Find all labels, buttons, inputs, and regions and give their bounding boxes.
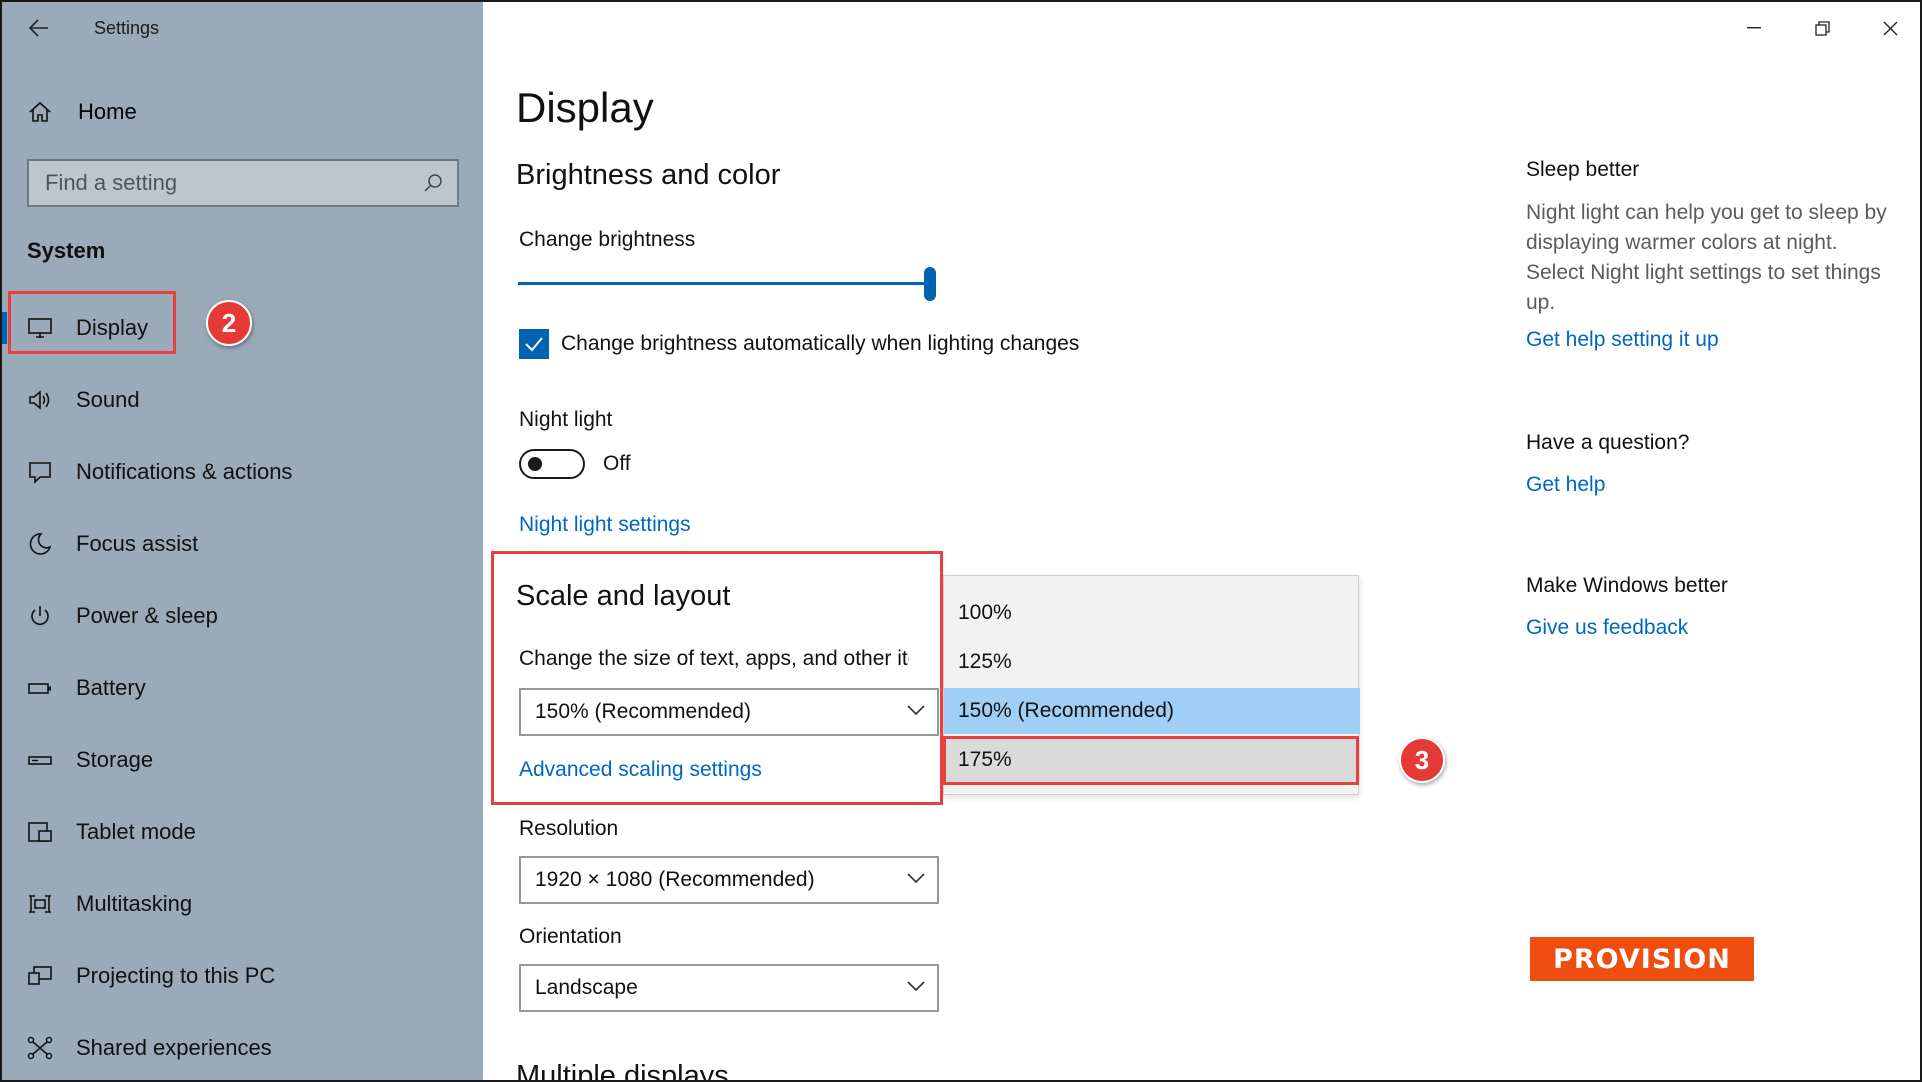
notification-icon: [26, 458, 54, 486]
sidebar-item-label: Notifications & actions: [76, 459, 293, 484]
projecting-icon: [26, 962, 54, 990]
sidebar-item-sound[interactable]: Sound: [2, 364, 483, 436]
chevron-down-icon: [907, 705, 925, 716]
title-bar: Settings: [2, 2, 483, 54]
feedback-link[interactable]: Give us feedback: [1526, 616, 1688, 640]
auto-brightness-label: Change brightness automatically when lig…: [561, 332, 1080, 355]
scale-option-100[interactable]: 100%: [944, 590, 1360, 636]
feedback-title: Make Windows better: [1526, 574, 1728, 597]
brightness-slider[interactable]: [518, 267, 938, 301]
sleep-help-link[interactable]: Get help setting it up: [1526, 328, 1719, 352]
restore-icon: [1814, 20, 1830, 36]
restore-button[interactable]: [1788, 2, 1856, 54]
checkmark-icon: [525, 337, 543, 352]
shared-icon: [26, 1034, 54, 1062]
sidebar-nav: Display Sound Notifications & actions Fo…: [2, 292, 483, 1080]
scale-heading: Scale and layout: [516, 580, 731, 612]
battery-icon: [26, 674, 54, 702]
window-controls: [1720, 2, 1920, 54]
sidebar-item-label: Shared experiences: [76, 1035, 272, 1060]
sidebar-item-label: Sound: [76, 387, 140, 412]
sidebar-item-label: Storage: [76, 747, 154, 772]
question-title: Have a question?: [1526, 431, 1690, 454]
auto-brightness-checkbox[interactable]: [519, 329, 549, 359]
close-button[interactable]: [1856, 2, 1920, 54]
scale-label: Change the size of text, apps, and other…: [519, 647, 909, 670]
advanced-scaling-link[interactable]: Advanced scaling settings: [519, 758, 762, 782]
sidebar-item-tablet-mode[interactable]: Tablet mode: [2, 796, 483, 868]
minimize-icon: [1747, 27, 1761, 29]
sidebar-item-power-sleep[interactable]: Power & sleep: [2, 580, 483, 652]
scale-select[interactable]: 150% (Recommended): [519, 688, 939, 736]
sidebar-item-notifications[interactable]: Notifications & actions: [2, 436, 483, 508]
annotation-badge-3: 3: [1399, 737, 1445, 783]
speaker-icon: [26, 386, 54, 414]
annotation-badge-2: 2: [206, 300, 252, 346]
search-icon: [424, 174, 442, 192]
sidebar: Settings Home System Display Sound: [2, 2, 483, 1080]
search-box[interactable]: [27, 159, 459, 207]
sidebar-item-shared-experiences[interactable]: Shared experiences: [2, 1012, 483, 1080]
provision-logo: PROVISION: [1530, 937, 1754, 981]
sidebar-item-focus-assist[interactable]: Focus assist: [2, 508, 483, 580]
main-content: Display Brightness and color Change brig…: [483, 2, 1920, 1082]
sleep-better-title: Sleep better: [1526, 158, 1640, 181]
storage-icon: [26, 746, 54, 774]
sidebar-item-label: Power & sleep: [76, 603, 218, 628]
scale-select-value: 150% (Recommended): [535, 700, 751, 723]
brightness-heading: Brightness and color: [516, 159, 781, 191]
sidebar-item-label: Projecting to this PC: [76, 963, 276, 988]
night-light-state: Off: [603, 452, 631, 475]
sidebar-item-label: Focus assist: [76, 531, 199, 556]
scale-option-125[interactable]: 125%: [944, 639, 1360, 685]
back-button[interactable]: [2, 2, 76, 54]
multiple-displays-heading: Multiple displays: [516, 1060, 729, 1082]
resolution-select[interactable]: 1920 × 1080 (Recommended): [519, 856, 939, 904]
resolution-select-value: 1920 × 1080 (Recommended): [535, 868, 815, 891]
sidebar-item-multitasking[interactable]: Multitasking: [2, 868, 483, 940]
home-label: Home: [78, 99, 137, 124]
slider-track: [518, 282, 930, 285]
slider-thumb[interactable]: [924, 267, 936, 301]
scale-option-175[interactable]: 175%: [944, 737, 1360, 783]
power-icon: [26, 602, 54, 630]
orientation-label: Orientation: [519, 925, 622, 948]
close-icon: [1883, 21, 1897, 35]
minimize-button[interactable]: [1720, 2, 1788, 54]
toggle-knob: [528, 457, 542, 471]
chevron-down-icon: [907, 873, 925, 884]
moon-icon: [26, 530, 54, 558]
night-light-toggle[interactable]: [519, 449, 585, 479]
monitor-icon: [26, 314, 54, 342]
settings-window: Settings Home System Display Sound: [0, 0, 1922, 1082]
tablet-icon: [26, 818, 54, 846]
sidebar-item-label: Tablet mode: [76, 819, 196, 844]
sleep-better-body: Night light can help you get to sleep by…: [1526, 201, 1887, 314]
scale-dropdown-list: 100% 125% 150% (Recommended) 175%: [943, 575, 1360, 795]
page-title: Display: [516, 84, 654, 131]
sidebar-item-label: Battery: [76, 675, 146, 700]
scale-option-150[interactable]: 150% (Recommended): [944, 688, 1360, 734]
app-title: Settings: [94, 17, 160, 38]
night-light-label: Night light: [519, 408, 613, 431]
sidebar-item-battery[interactable]: Battery: [2, 652, 483, 724]
chevron-down-icon: [907, 981, 925, 992]
sidebar-item-label: Multitasking: [76, 891, 193, 916]
sidebar-home[interactable]: Home: [2, 87, 483, 137]
group-label-system: System: [27, 238, 106, 263]
brightness-label: Change brightness: [519, 228, 696, 251]
sidebar-item-label: Display: [76, 315, 149, 340]
sidebar-item-projecting[interactable]: Projecting to this PC: [2, 940, 483, 1012]
orientation-select[interactable]: Landscape: [519, 964, 939, 1012]
home-icon: [28, 100, 56, 124]
sidebar-item-storage[interactable]: Storage: [2, 724, 483, 796]
orientation-select-value: Landscape: [535, 976, 638, 999]
resolution-label: Resolution: [519, 817, 619, 840]
back-arrow-icon: [29, 19, 48, 37]
search-input[interactable]: [45, 170, 423, 196]
night-light-settings-link[interactable]: Night light settings: [519, 513, 691, 537]
multitasking-icon: [26, 890, 54, 918]
get-help-link[interactable]: Get help: [1526, 473, 1605, 497]
